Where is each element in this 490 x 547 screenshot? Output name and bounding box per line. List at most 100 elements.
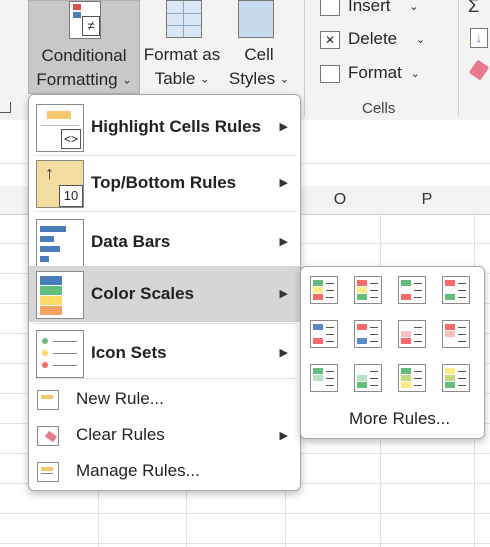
menu-item-label: Highlight Cells Rules — [91, 117, 262, 136]
color-scales-icon — [36, 271, 84, 319]
color-scale-stripe — [401, 375, 411, 381]
color-scale-tick — [370, 334, 378, 335]
color-scale-tick — [458, 371, 466, 372]
color-scale-tick — [370, 290, 378, 291]
color-scale-tick — [326, 371, 334, 372]
chevron-down-icon: ⌄ — [122, 74, 132, 87]
menu-item-data-bars[interactable]: Data Bars ▶ — [29, 214, 300, 270]
color-scale-tick — [370, 371, 378, 372]
color-scale-stripe — [313, 294, 323, 300]
color-scale-tick — [326, 327, 334, 328]
insert-button[interactable]: Insert ⌄ — [320, 0, 430, 18]
chevron-down-icon: ⌄ — [409, 0, 419, 13]
top-bottom-rules-icon: ↑ 10 — [36, 160, 84, 208]
cell-styles-icon — [238, 0, 274, 38]
color-scale-white-red-option[interactable] — [398, 320, 426, 348]
color-scale-tick — [458, 327, 466, 328]
new-rule-icon — [37, 390, 59, 410]
color-scale-tick — [370, 385, 378, 386]
color-scale-green-white-option[interactable] — [310, 364, 338, 392]
color-scale-stripe — [357, 280, 367, 286]
menu-item-highlight-cells-rules[interactable]: <> Highlight Cells Rules ▶ — [29, 99, 300, 155]
format-as-table-button[interactable]: Format as Table ⌄ — [140, 0, 224, 92]
color-scale-green-yellow-option[interactable] — [398, 364, 426, 392]
color-scale-stripe — [313, 382, 323, 388]
menu-item-label: Clear Rules — [76, 425, 165, 444]
chevron-down-icon: ⌄ — [410, 67, 420, 80]
group-separator — [458, 0, 459, 116]
color-scale-tick — [414, 290, 422, 291]
color-scale-tick — [414, 283, 422, 284]
color-scale-tick — [458, 283, 466, 284]
clear-eraser-icon[interactable] — [468, 59, 490, 81]
submenu-arrow-icon: ▶ — [279, 177, 288, 189]
submenu-arrow-icon: ▶ — [279, 347, 288, 359]
color-scale-white-green-option[interactable] — [354, 364, 382, 392]
menu-divider — [35, 323, 297, 324]
menu-item-icon-sets[interactable]: Icon Sets ▶ — [29, 325, 300, 381]
menu-item-label: Color Scales — [91, 284, 194, 303]
delete-icon: ✕ — [320, 30, 340, 49]
color-scale-stripe — [313, 338, 323, 344]
color-scale-stripe — [401, 368, 411, 374]
color-scale-tick — [326, 385, 334, 386]
color-scale-stripe — [357, 287, 367, 293]
submenu-arrow-icon: ▶ — [279, 236, 288, 248]
color-scale-stripe — [313, 368, 323, 374]
menu-item-color-scales[interactable]: Color Scales ▶ — [29, 266, 300, 322]
menu-item-manage-rules[interactable]: Manage Rules... — [29, 452, 300, 489]
format-button[interactable]: Format ⌄ — [320, 61, 435, 85]
color-scale-tick — [414, 385, 422, 386]
color-scale-tick — [326, 297, 334, 298]
color-scale-stripe — [445, 368, 455, 374]
menu-item-clear-rules[interactable]: Clear Rules ▶ — [29, 416, 300, 453]
fill-down-icon[interactable]: ↓ — [470, 28, 488, 48]
color-scale-tick — [370, 283, 378, 284]
menu-item-label: Data Bars — [91, 232, 171, 251]
color-scale-stripe — [445, 382, 455, 388]
color-scale-stripe — [313, 287, 323, 293]
column-header-p[interactable]: P — [380, 186, 474, 214]
menu-item-new-rule[interactable]: New Rule... — [29, 380, 300, 417]
icon-sets-icon — [36, 330, 84, 378]
delete-button[interactable]: ✕ Delete ⌄ — [320, 27, 435, 51]
color-scale-stripe — [401, 280, 411, 286]
color-scale-tick — [326, 378, 334, 379]
cells-group-label: Cells — [362, 100, 396, 117]
chevron-down-icon: ⌄ — [279, 73, 290, 86]
color-scale-stripe — [401, 287, 411, 293]
color-scale-stripe — [401, 382, 411, 388]
color-scale-tick — [326, 341, 334, 342]
color-scale-red-yellow-green-option[interactable] — [354, 276, 382, 304]
submenu-arrow-icon: ▶ — [279, 288, 288, 300]
color-scale-green-yellow-red-option[interactable] — [310, 276, 338, 304]
more-rules-link[interactable]: More Rules... — [349, 409, 450, 429]
color-scale-red-white-option[interactable] — [442, 320, 470, 348]
color-scale-stripe — [313, 375, 323, 381]
menu-item-label: Top/Bottom Rules — [91, 173, 237, 192]
color-scale-stripe — [313, 280, 323, 286]
color-scale-stripe — [313, 324, 323, 330]
cell-styles-button[interactable]: Cell Styles ⌄ — [226, 0, 292, 92]
conditional-formatting-menu: <> Highlight Cells Rules ▶ ↑ 10 Top/Bott… — [28, 94, 301, 491]
color-scale-blue-white-red-option[interactable] — [310, 320, 338, 348]
color-scale-yellow-green-option[interactable] — [442, 364, 470, 392]
color-scale-red-white-green-option[interactable] — [442, 276, 470, 304]
format-label: Format — [348, 63, 402, 82]
color-scale-tick — [414, 334, 422, 335]
color-scale-stripe — [445, 338, 455, 344]
color-scale-red-white-blue-option[interactable] — [354, 320, 382, 348]
color-scale-tick — [458, 290, 466, 291]
conditional-formatting-icon: ≠ — [69, 1, 101, 39]
color-scale-stripe — [357, 375, 367, 381]
column-header-o[interactable]: O — [300, 186, 380, 214]
color-scale-stripe — [401, 294, 411, 300]
dialog-launcher-icon[interactable] — [0, 102, 11, 113]
conditional-formatting-button[interactable]: ≠ Conditional Formatting ⌄ — [28, 0, 140, 94]
group-separator — [304, 0, 305, 116]
autosum-icon[interactable]: Σ — [468, 0, 479, 17]
format-as-table-label-1: Format as — [143, 45, 221, 64]
color-scale-green-white-red-option[interactable] — [398, 276, 426, 304]
menu-item-top-bottom-rules[interactable]: ↑ 10 Top/Bottom Rules ▶ — [29, 155, 300, 211]
color-scale-tick — [458, 334, 466, 335]
